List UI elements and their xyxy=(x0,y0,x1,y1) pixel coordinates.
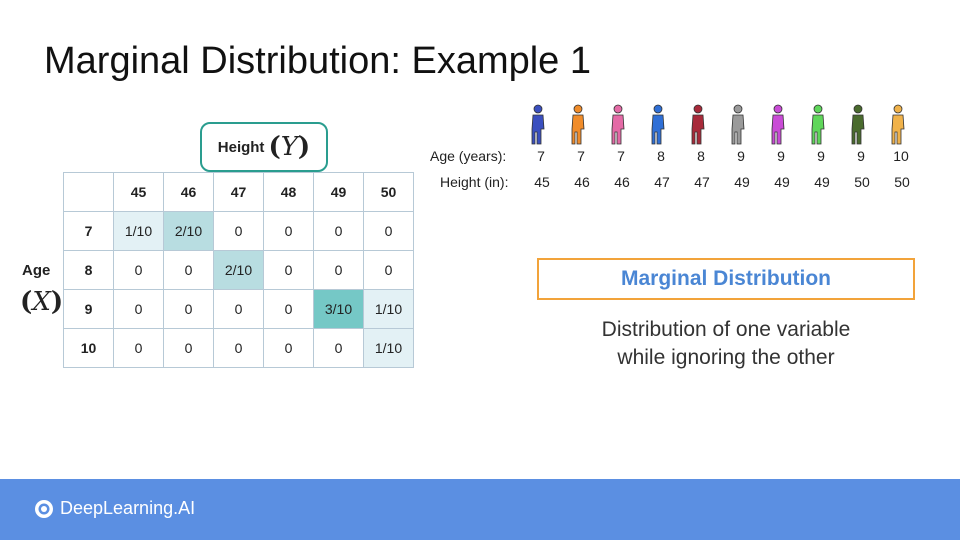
person-figure-icon xyxy=(771,104,785,145)
table-header-row: 45 46 47 48 49 50 xyxy=(63,172,414,212)
brand-logo: DeepLearning.AI xyxy=(34,498,195,519)
height-value: 47 xyxy=(694,174,710,190)
probability-cell: 1/10 xyxy=(363,328,414,368)
probability-cell: 0 xyxy=(363,250,414,290)
height-value: 50 xyxy=(854,174,870,190)
probability-cell: 0 xyxy=(313,211,364,251)
paren-open: ( xyxy=(20,287,33,317)
height-value: 49 xyxy=(814,174,830,190)
paren-close: ) xyxy=(50,287,64,317)
age-value: 8 xyxy=(657,148,665,164)
probability-cell: 2/10 xyxy=(213,250,264,290)
height-symbol: (Y) xyxy=(268,132,310,162)
person-figure-icon xyxy=(851,104,865,145)
symbol-x: X xyxy=(32,287,51,317)
person-figure-icon xyxy=(651,104,665,145)
probability-cell: 0 xyxy=(313,250,364,290)
marginal-distribution-heading: Marginal Distribution xyxy=(621,267,831,290)
probability-cell: 1/10 xyxy=(113,211,164,251)
probability-cell: 0 xyxy=(263,250,314,290)
height-value: 45 xyxy=(534,174,550,190)
person-figure-icon xyxy=(571,104,585,145)
probability-cell: 0 xyxy=(213,289,264,329)
age-value: 10 xyxy=(893,148,909,164)
height-header-cell: 50 xyxy=(363,172,414,212)
age-value: 7 xyxy=(617,148,625,164)
height-value: 46 xyxy=(614,174,630,190)
probability-cell: 0 xyxy=(213,211,264,251)
height-value: 49 xyxy=(774,174,790,190)
age-value: 9 xyxy=(817,148,825,164)
table-row: 9 0 0 0 0 3/10 1/10 xyxy=(63,289,414,329)
person-figure-icon xyxy=(891,104,905,145)
height-header-cell: 48 xyxy=(263,172,314,212)
probability-cell: 0 xyxy=(263,289,314,329)
height-variable-box: Height (Y) xyxy=(200,122,328,172)
table-row: 7 1/10 2/10 0 0 0 0 xyxy=(63,211,414,251)
age-row-label: Age (years): xyxy=(430,148,507,164)
probability-cell: 0 xyxy=(113,328,164,368)
age-label: Age xyxy=(22,262,51,279)
marginal-distribution-description: Distribution of one variable while ignor… xyxy=(537,316,915,372)
height-header-cell: 45 xyxy=(113,172,164,212)
probability-cell: 0 xyxy=(213,328,264,368)
probability-cell: 0 xyxy=(113,289,164,329)
height-label: Height xyxy=(217,138,265,156)
age-header-cell: 8 xyxy=(63,250,114,290)
height-header-cell: 46 xyxy=(163,172,214,212)
brand-name: DeepLearning.AI xyxy=(60,498,196,518)
person-figure-icon xyxy=(811,104,825,145)
probability-cell: 0 xyxy=(263,328,314,368)
age-value: 8 xyxy=(697,148,705,164)
age-header-cell: 10 xyxy=(63,328,114,368)
table-row: 10 0 0 0 0 0 1/10 xyxy=(63,328,414,368)
probability-cell: 0 xyxy=(263,211,314,251)
age-header-cell: 9 xyxy=(63,289,114,329)
people-figures xyxy=(531,104,905,145)
paren-close: ) xyxy=(297,132,311,162)
marginal-distribution-heading-box: Marginal Distribution xyxy=(537,258,915,300)
probability-cell: 0 xyxy=(163,328,214,368)
footer-bar: DeepLearning.AI xyxy=(0,479,960,540)
height-value: 47 xyxy=(654,174,670,190)
probability-cell: 0 xyxy=(163,250,214,290)
age-value: 9 xyxy=(737,148,745,164)
person-figure-icon xyxy=(531,104,545,145)
probability-cell: 1/10 xyxy=(363,289,414,329)
corner-cell xyxy=(63,172,114,212)
probability-cell: 3/10 xyxy=(313,289,364,329)
height-value: 49 xyxy=(734,174,750,190)
symbol-y: Y xyxy=(280,132,298,162)
description-line-1: Distribution of one variable xyxy=(601,318,851,341)
person-figure-icon xyxy=(611,104,625,145)
joint-distribution-table: 45 46 47 48 49 50 7 1/10 2/10 0 0 0 0 8 … xyxy=(63,172,414,368)
slide-title: Marginal Distribution: Example 1 xyxy=(44,40,592,82)
paren-open: ( xyxy=(268,132,281,162)
height-value: 46 xyxy=(574,174,590,190)
age-value: 9 xyxy=(777,148,785,164)
height-header-cell: 49 xyxy=(313,172,364,212)
person-figure-icon xyxy=(691,104,705,145)
age-value: 7 xyxy=(537,148,545,164)
probability-cell: 0 xyxy=(313,328,364,368)
age-symbol: (X) xyxy=(20,287,63,317)
description-line-2: while ignoring the other xyxy=(617,346,835,369)
height-header-cell: 47 xyxy=(213,172,264,212)
probability-cell: 0 xyxy=(163,289,214,329)
probability-cell: 0 xyxy=(113,250,164,290)
probability-cell: 2/10 xyxy=(163,211,214,251)
deeplearning-logo-icon xyxy=(35,499,53,518)
height-value: 50 xyxy=(894,174,910,190)
probability-cell: 0 xyxy=(363,211,414,251)
age-value: 7 xyxy=(577,148,585,164)
height-row-label: Height (in): xyxy=(440,174,509,190)
table-row: 8 0 0 2/10 0 0 0 xyxy=(63,250,414,290)
age-value: 9 xyxy=(857,148,865,164)
age-header-cell: 7 xyxy=(63,211,114,251)
person-figure-icon xyxy=(731,104,745,145)
